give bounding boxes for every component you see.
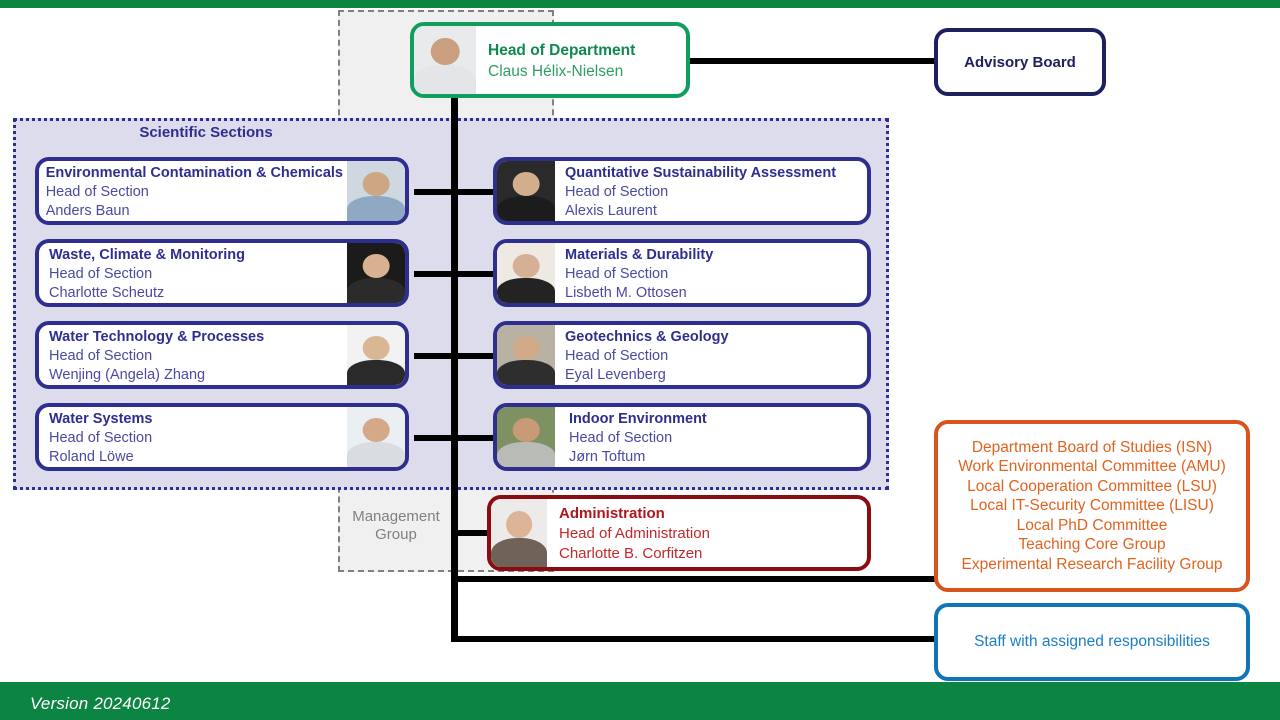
section-title: Waste, Climate & Monitoring	[49, 246, 246, 263]
management-group-label-line1: Management	[352, 508, 440, 525]
card-section-geotechnics-and-geology[interactable]: Geotechnics & Geology Head of Section Ey…	[493, 321, 871, 389]
committee-item: Local Cooperation Committee (LSU)	[967, 477, 1217, 495]
section-role: Head of Section	[565, 183, 669, 200]
card-text: Head of Department Claus Hélix-Nielsen	[476, 26, 686, 94]
card-section-indoor-environment[interactable]: Indoor Environment Head of Section Jørn …	[493, 403, 871, 471]
org-chart-canvas: Scientific Sections Head of Department C…	[0, 0, 1280, 720]
committee-item: Work Environmental Committee (AMU)	[958, 458, 1226, 476]
card-text: Water Technology & Processes Head of Sec…	[39, 325, 347, 385]
card-section-water-technology-and-processes[interactable]: Water Technology & Processes Head of Sec…	[35, 321, 409, 389]
section-name: Roland Löwe	[49, 448, 134, 465]
committee-item: Local IT-Security Committee (LISU)	[970, 497, 1214, 515]
section-name: Alexis Laurent	[565, 202, 657, 219]
head-of-department-role: Head of Department	[488, 42, 636, 59]
connector-rung-row2	[414, 271, 496, 277]
portrait-charlotte-scheutz	[347, 243, 405, 303]
card-advisory-board[interactable]: Advisory Board	[934, 28, 1106, 96]
card-text: Geotechnics & Geology Head of Section Ey…	[555, 325, 867, 385]
management-group-label-line2: Group	[375, 526, 417, 543]
portrait-alexis-laurent	[497, 161, 555, 221]
card-text: Environmental Contamination & Chemicals …	[39, 161, 347, 221]
connector-trunk-to-staff	[451, 636, 938, 642]
connector-trunk-to-administration	[451, 530, 491, 536]
section-name: Jørn Toftum	[569, 448, 646, 465]
card-head-of-department[interactable]: Head of Department Claus Hélix-Nielsen	[410, 22, 690, 98]
scientific-sections-title: Scientific Sections	[139, 124, 273, 141]
section-name: Lisbeth M. Ottosen	[565, 284, 687, 301]
portrait-jorn-toftum	[497, 407, 555, 467]
portrait-anders-baun	[347, 161, 405, 221]
committee-item: Local PhD Committee	[1016, 516, 1168, 534]
connector-rung-row3	[414, 353, 496, 359]
section-role: Head of Section	[49, 347, 153, 364]
section-name: Eyal Levenberg	[565, 366, 666, 383]
section-role: Head of Section	[569, 429, 673, 446]
portrait-roland-lowe	[347, 407, 405, 467]
section-role: Head of Section	[565, 265, 669, 282]
card-text: Indoor Environment Head of Section Jørn …	[555, 407, 867, 467]
section-role: Head of Section	[45, 183, 149, 200]
section-role: Head of Section	[565, 347, 669, 364]
administration-role: Head of Administration	[559, 525, 710, 542]
portrait-claus-helix-nielsen	[414, 26, 476, 94]
card-section-environmental-contamination-and-chemicals[interactable]: Environmental Contamination & Chemicals …	[35, 157, 409, 225]
card-text: Waste, Climate & Monitoring Head of Sect…	[39, 243, 347, 303]
card-staff-with-assigned-responsibilities[interactable]: Staff with assigned responsibilities	[934, 603, 1250, 681]
staff-label: Staff with assigned responsibilities	[974, 633, 1210, 650]
section-title: Geotechnics & Geology	[565, 328, 729, 345]
administration-name: Charlotte B. Corfitzen	[559, 545, 703, 562]
advisory-board-label: Advisory Board	[964, 53, 1076, 71]
version-label: Version 20240612	[30, 694, 171, 713]
portrait-wenjing-angela-zhang	[347, 325, 405, 385]
card-committees[interactable]: Department Board of Studies (ISN) Work E…	[934, 420, 1250, 592]
card-section-waste-climate-and-monitoring[interactable]: Waste, Climate & Monitoring Head of Sect…	[35, 239, 409, 307]
section-role: Head of Section	[49, 265, 153, 282]
committee-item: Teaching Core Group	[1018, 536, 1166, 554]
card-text: Quantitative Sustainability Assessment H…	[555, 161, 867, 221]
portrait-charlotte-b-corfitzen	[491, 499, 547, 567]
section-title: Water Technology & Processes	[49, 328, 265, 345]
portrait-eyal-levenberg	[497, 325, 555, 385]
section-title: Quantitative Sustainability Assessment	[565, 164, 837, 181]
card-section-water-systems[interactable]: Water Systems Head of Section Roland Löw…	[35, 403, 409, 471]
section-name: Wenjing (Angela) Zhang	[49, 366, 206, 383]
bottom-brand-bar	[0, 682, 1280, 720]
section-title: Water Systems	[49, 410, 153, 427]
connector-trunk-to-committees	[451, 576, 938, 582]
connector-trunk-vertical	[451, 98, 458, 642]
card-administration[interactable]: Administration Head of Administration Ch…	[487, 495, 871, 571]
card-text: Administration Head of Administration Ch…	[547, 499, 867, 567]
section-title: Indoor Environment	[569, 410, 707, 427]
section-role: Head of Section	[49, 429, 153, 446]
committee-item: Experimental Research Facility Group	[961, 555, 1223, 573]
management-group-label: Management Group	[341, 508, 451, 544]
portrait-lisbeth-m-ottosen	[497, 243, 555, 303]
head-of-department-name: Claus Hélix-Nielsen	[488, 63, 624, 80]
section-title: Materials & Durability	[565, 246, 714, 263]
top-brand-bar	[0, 0, 1280, 8]
section-title: Environmental Contamination & Chemicals	[45, 164, 343, 181]
card-section-quantitative-sustainability-assessment[interactable]: Quantitative Sustainability Assessment H…	[493, 157, 871, 225]
connector-head-to-advisory	[690, 58, 938, 64]
card-section-materials-and-durability[interactable]: Materials & Durability Head of Section L…	[493, 239, 871, 307]
card-text: Materials & Durability Head of Section L…	[555, 243, 867, 303]
section-name: Charlotte Scheutz	[49, 284, 165, 301]
committee-item: Department Board of Studies (ISN)	[971, 438, 1213, 456]
connector-rung-row1	[414, 189, 496, 195]
section-name: Anders Baun	[45, 202, 130, 219]
administration-title: Administration	[559, 505, 665, 522]
connector-rung-row4	[414, 435, 496, 441]
card-text: Water Systems Head of Section Roland Löw…	[39, 407, 347, 467]
